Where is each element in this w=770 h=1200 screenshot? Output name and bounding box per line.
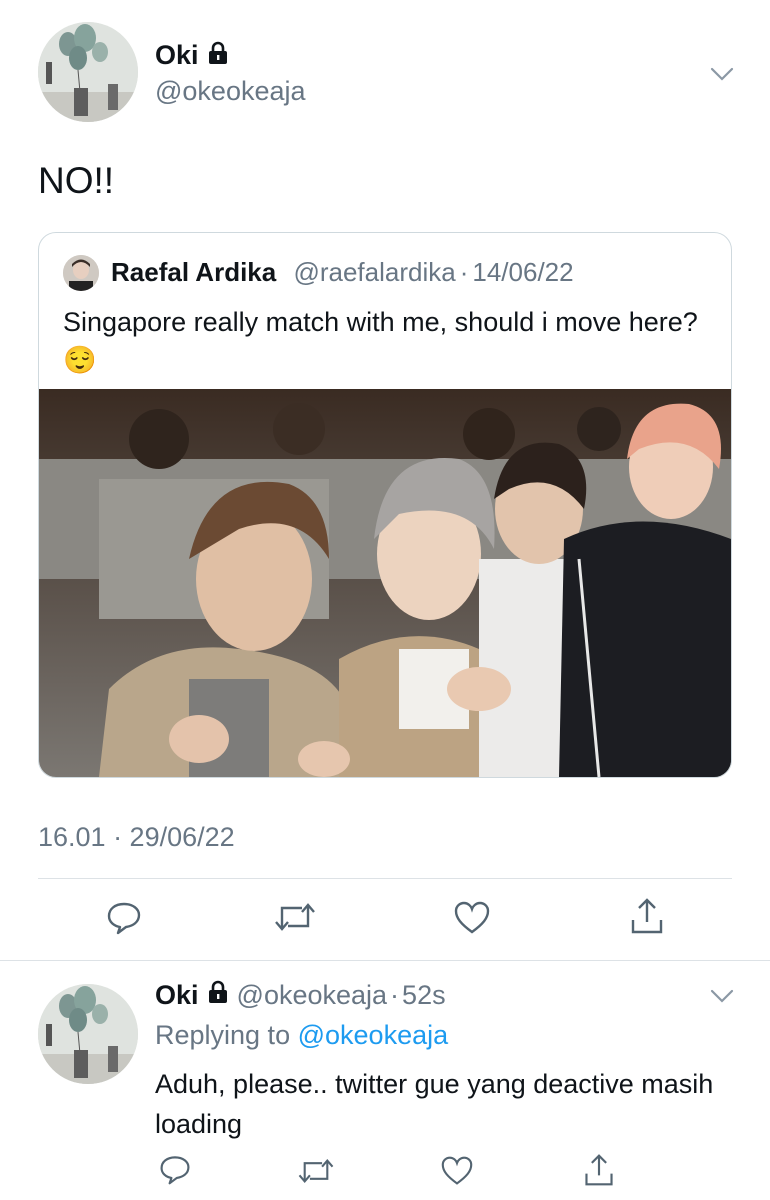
replying-to-line: Replying to @okeokeaja	[155, 1020, 448, 1051]
divider	[38, 878, 732, 879]
like-icon[interactable]	[453, 900, 491, 936]
replying-to-label: Replying to	[155, 1020, 291, 1050]
tweet-text: NO!!	[38, 160, 115, 201]
author-handle[interactable]: @okeokeaja	[155, 76, 306, 107]
quoted-text: Singapore really match with me, should i…	[63, 307, 698, 337]
quoted-header: Raefal Ardika @raefalardika · 14/06/22	[111, 257, 574, 288]
retweet-icon[interactable]	[296, 1154, 336, 1188]
avatar-image	[38, 22, 138, 122]
lock-icon	[207, 41, 229, 70]
divider	[0, 960, 770, 961]
quoted-date: 14/06/22	[472, 257, 574, 287]
reply-time[interactable]: 52s	[402, 980, 446, 1010]
reply-icon[interactable]	[105, 898, 143, 936]
share-icon[interactable]	[582, 1152, 616, 1188]
reply-header: Oki @okeokeaja · 52s	[155, 980, 446, 1011]
quoted-text-block: Singapore really match with me, should i…	[63, 303, 703, 379]
reply-icon[interactable]	[158, 1152, 192, 1186]
author-avatar[interactable]	[38, 22, 138, 122]
like-icon[interactable]	[440, 1155, 474, 1187]
chevron-down-icon[interactable]	[708, 60, 736, 88]
reply-text: Aduh, please.. twitter gue yang deactive…	[155, 1069, 714, 1139]
reply-display-name[interactable]: Oki	[155, 980, 199, 1011]
tweet-timestamp[interactable]: 16.01 · 29/06/22	[38, 822, 235, 853]
share-icon[interactable]	[628, 896, 666, 936]
quoted-photo[interactable]	[39, 389, 731, 777]
reply-author-avatar[interactable]	[38, 984, 138, 1084]
author-display-name[interactable]: Oki	[155, 40, 199, 71]
quoted-separator: ·	[459, 257, 469, 287]
reply-handle[interactable]: @okeokeaja	[237, 980, 388, 1010]
chevron-down-icon[interactable]	[708, 982, 736, 1010]
reply-separator: ·	[390, 980, 400, 1010]
quoted-tweet-card[interactable]: Raefal Ardika @raefalardika · 14/06/22 Sin…	[38, 232, 732, 778]
lock-icon	[207, 980, 229, 1011]
quoted-author-avatar[interactable]	[63, 255, 99, 291]
quoted-display-name[interactable]: Raefal Ardika	[111, 257, 276, 287]
retweet-icon[interactable]	[272, 898, 318, 936]
avatar-image	[38, 984, 138, 1084]
relieved-face-emoji: 😌	[63, 345, 97, 375]
quoted-handle[interactable]: @raefalardika	[293, 257, 455, 287]
replying-to-handle[interactable]: @okeokeaja	[298, 1020, 449, 1050]
author-name-row: Oki	[155, 40, 229, 71]
